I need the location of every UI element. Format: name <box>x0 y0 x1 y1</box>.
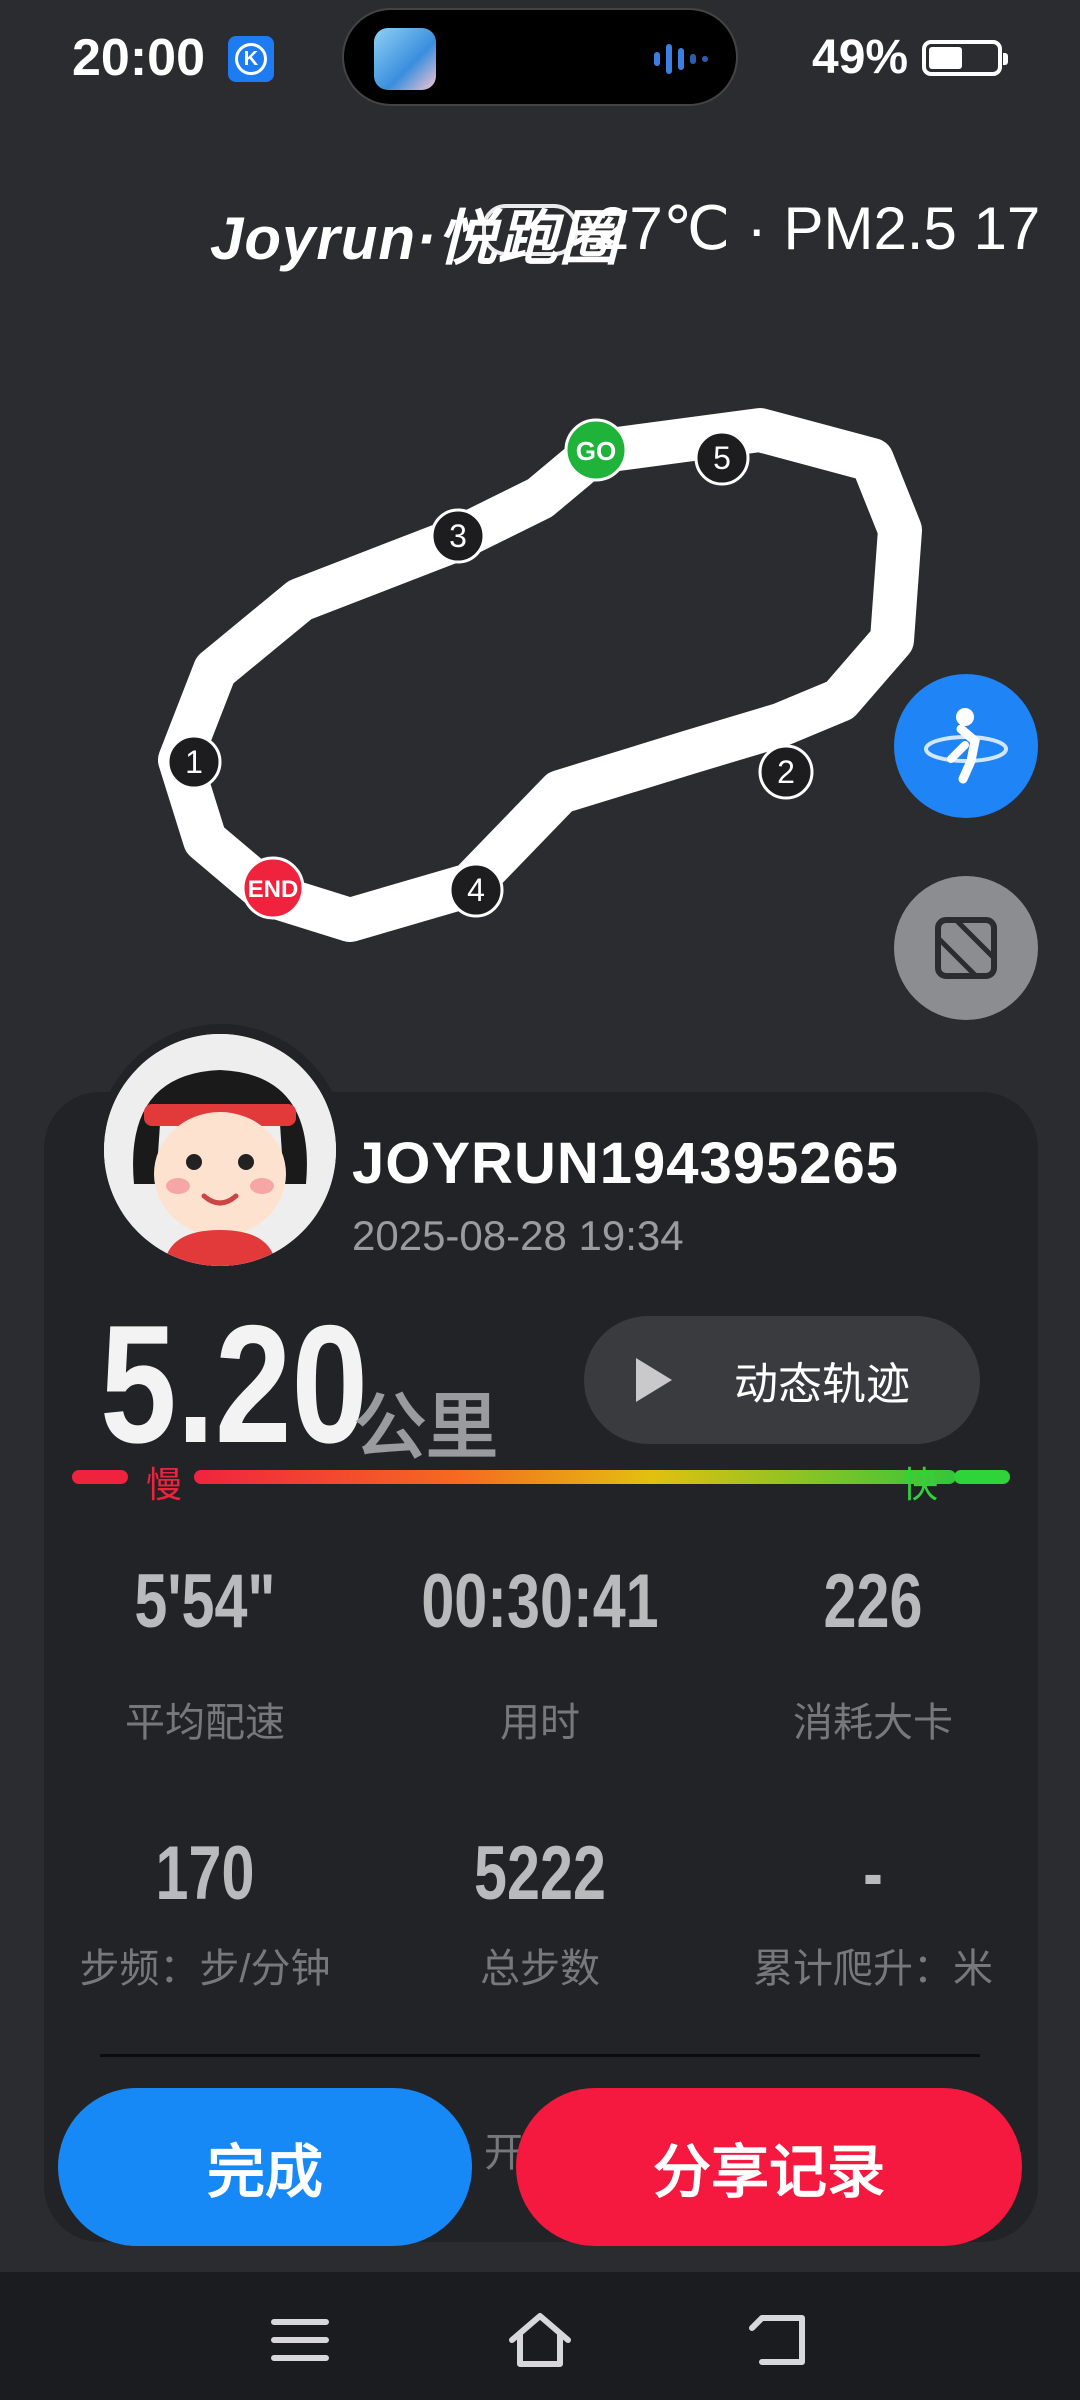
map-marker-go[interactable]: GO <box>564 418 628 482</box>
fast-label: 快 <box>902 1464 939 1505</box>
calories-value: 226 <box>823 1559 923 1644</box>
map-marker-5[interactable]: 5 <box>694 430 750 486</box>
elevation-label: 累计爬升：米 <box>753 1947 993 1991</box>
marker-5-label: 5 <box>713 440 731 476</box>
marker-4-label: 4 <box>467 872 485 908</box>
map-marker-1[interactable]: 1 <box>166 734 222 790</box>
distance-unit: 公里 <box>354 1388 499 1468</box>
divider <box>100 2054 980 2057</box>
battery-percent: 49% <box>812 31 909 84</box>
play-icon <box>636 1358 672 1402</box>
pace-color-bar <box>72 1470 1010 1484</box>
done-button[interactable]: 完成 <box>58 2088 472 2246</box>
status-time: 20:00 <box>72 29 205 87</box>
cloud-icon <box>482 204 578 256</box>
marker-2-label: 2 <box>777 754 795 790</box>
map-layer-button[interactable] <box>894 876 1038 1020</box>
map-marker-end[interactable]: END <box>241 856 305 920</box>
marker-3-label: 3 <box>449 518 467 554</box>
battery-icon <box>922 40 1008 76</box>
back-icon[interactable] <box>740 2310 820 2370</box>
run-datetime: 2025-08-28 19:34 <box>352 1212 684 1259</box>
total-steps-value: 5222 <box>474 1831 606 1916</box>
dynamic-track-button[interactable]: 动态轨迹 <box>584 1316 980 1444</box>
avg-pace-label: 平均配速 <box>125 1701 285 1745</box>
duration-value: 00:30:41 <box>421 1559 659 1644</box>
home-icon[interactable] <box>500 2310 580 2370</box>
dynamic-track-label: 动态轨迹 <box>734 1360 910 1409</box>
calories-label: 消耗大卡 <box>793 1701 953 1745</box>
slow-label: 慢 <box>146 1464 183 1505</box>
total-steps-label: 总步数 <box>480 1947 600 1991</box>
map-marker-3[interactable]: 3 <box>430 508 486 564</box>
weather-info: 27℃ · PM2.5 17 <box>596 195 1041 262</box>
map-marker-4[interactable]: 4 <box>448 862 504 918</box>
route-map[interactable]: GO 1 2 3 4 5 END <box>0 380 1080 980</box>
username: JOYRUN194395265 <box>352 1131 900 1196</box>
cadence-label: 步频：步/分钟 <box>79 1947 331 1991</box>
cadence-value: 170 <box>155 1831 255 1916</box>
k-app-icon: K <box>228 36 274 82</box>
map-layer-icon <box>935 917 997 979</box>
avatar[interactable] <box>104 1034 336 1266</box>
run-mode-button[interactable] <box>894 674 1038 818</box>
route-track <box>158 408 922 942</box>
marker-go-label: GO <box>576 436 616 466</box>
avg-pace-value: 5'54" <box>134 1559 276 1644</box>
dynamic-island[interactable] <box>342 8 738 106</box>
menu-icon[interactable] <box>260 2310 340 2370</box>
app-thumbnail-icon <box>374 28 436 90</box>
duration-label: 用时 <box>500 1701 580 1745</box>
distance-value: 5.20 <box>100 1290 369 1478</box>
elevation-value: - <box>863 1831 883 1916</box>
runner-icon <box>924 708 1008 784</box>
marker-1-label: 1 <box>185 744 203 780</box>
marker-end-label: END <box>248 876 299 903</box>
share-record-button[interactable]: 分享记录 <box>516 2088 1022 2246</box>
map-marker-2[interactable]: 2 <box>758 744 814 800</box>
audio-wave-icon <box>654 44 708 74</box>
